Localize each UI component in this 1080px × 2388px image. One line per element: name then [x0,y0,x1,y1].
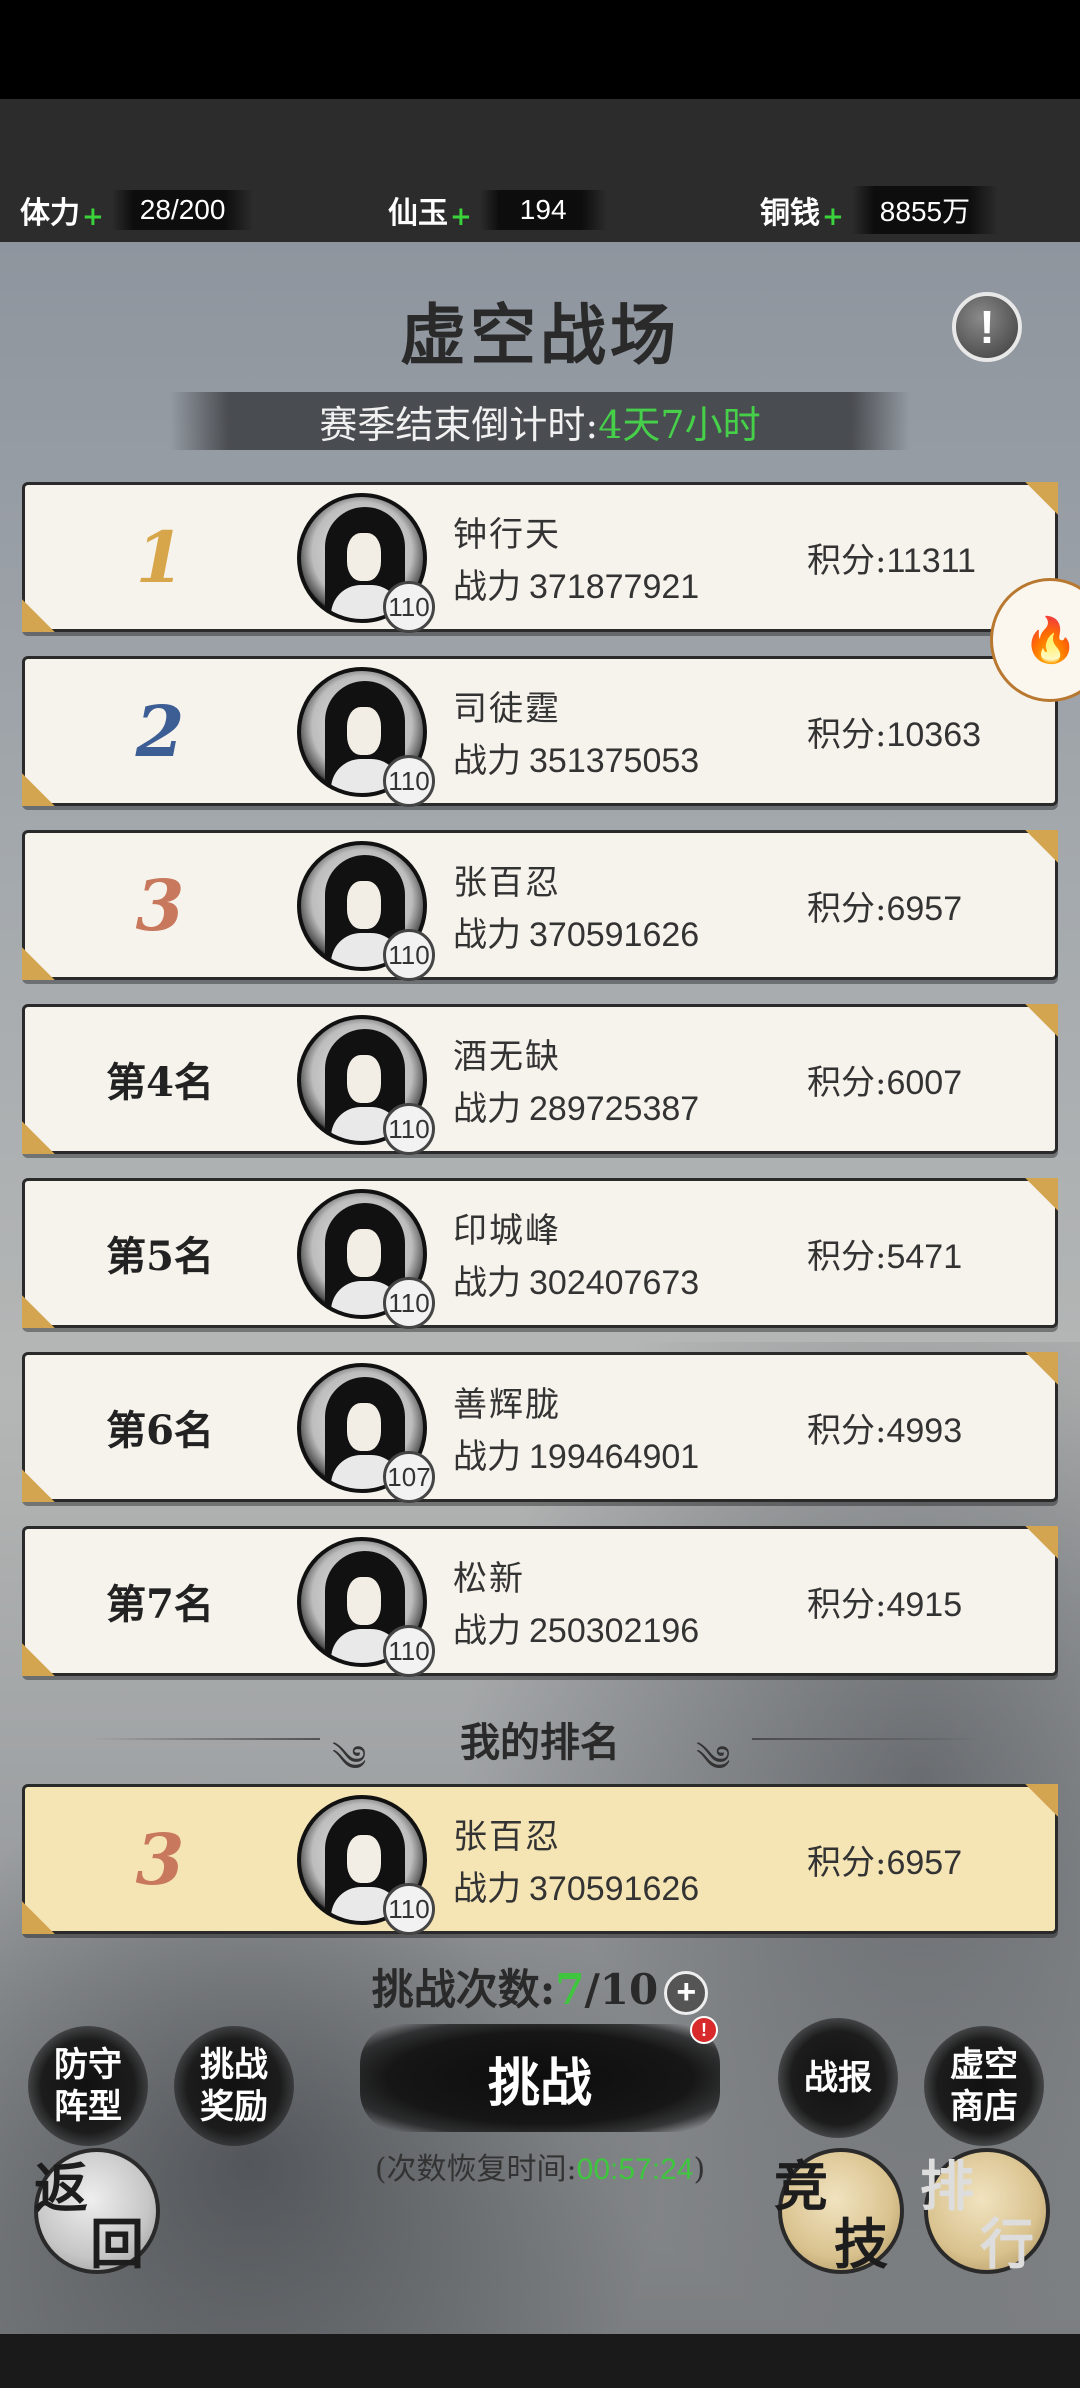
player-name: 钟行天 [453,515,561,555]
player-power: 战力 351375053 [453,741,700,781]
rank-label: 第6名 [106,1407,214,1454]
player-name: 松新 [453,1559,525,1599]
player-score: 积分:6957 [807,1843,963,1883]
player-level-badge: 110 [383,755,435,807]
player-name: 印城峰 [453,1211,561,1251]
defense-formation-button[interactable]: 防守 阵型 [28,2026,148,2146]
card-corner-ornament [1022,1784,1058,1820]
rank-number: 2 [135,689,185,773]
stamina-label: 体力 [20,196,80,231]
card-corner-ornament [1022,1352,1058,1388]
my-rank-card[interactable]: 3 110 张百忍 战力 370591626 积分:6957 [22,1784,1058,1935]
countdown-label: 赛季结束倒计时: [319,402,599,447]
player-level-badge: 107 [383,1451,435,1503]
player-level-badge: 110 [383,929,435,981]
copper-plus-icon[interactable]: + [822,202,844,232]
jade-value: 194 [479,190,607,230]
rank-label: 第5名 [106,1233,214,1280]
rank-card[interactable]: 第6名 107 善辉胧 战力 199464901 积分:4993 [22,1352,1058,1503]
card-corner-ornament [1022,1526,1058,1562]
rank-card[interactable]: 2 110 司徒霆 战力 351375053 积分:10363 [22,656,1058,807]
player-power: 战力 289725387 [453,1089,700,1129]
challenge-button[interactable]: 挑战 [360,2024,720,2132]
alert-badge-icon: ! [690,2016,718,2044]
battle-report-button[interactable]: 战报 [778,2018,898,2138]
bottom-nav-area [0,2334,1080,2388]
player-level-badge: 110 [383,581,435,633]
player-name: 酒无缺 [453,1037,561,1077]
stamina-value: 28/200 [111,190,254,230]
player-name: 善辉胧 [453,1385,561,1425]
back-button[interactable]: 返 回 [34,2148,160,2276]
player-score: 积分:6957 [807,889,963,929]
rank-number: 3 [135,1817,185,1901]
divider-line [752,1738,982,1740]
card-corner-ornament [1022,1178,1058,1214]
status-bar-area [0,0,1080,99]
challenge-count-total: /10 [584,1965,659,2014]
challenge-reward-button[interactable]: 挑战 奖励 [174,2026,294,2146]
card-corner-ornament [1022,482,1058,518]
player-level-badge: 110 [383,1277,435,1329]
copper-label: 铜钱 [760,196,820,231]
card-corner-ornament [1022,830,1058,866]
card-corner-ornament [1022,1004,1058,1040]
player-level-badge: 110 [383,1103,435,1155]
player-score: 积分:5471 [807,1237,963,1277]
player-score: 积分:4993 [807,1411,963,1451]
player-score: 积分:11311 [807,541,976,581]
ranking-button[interactable]: 排 行 [920,2148,1050,2276]
game-screen: 体力 + 28/200 仙玉 + 194 铜钱 + 8855万 虚空战场 ! 赛… [0,0,1080,2388]
rank-card[interactable]: 第7名 110 松新 战力 250302196 积分:4915 [22,1526,1058,1677]
rank-number: 1 [135,515,185,599]
player-power: 战力 371877921 [453,567,700,607]
player-name: 张百忍 [453,1817,561,1857]
player-power: 战力 250302196 [453,1611,700,1651]
rank-card[interactable]: 第5名 110 印城峰 战力 302407673 积分:5471 [22,1178,1058,1329]
rank-card[interactable]: 第4名 110 酒无缺 战力 289725387 积分:6007 [22,1004,1058,1155]
challenge-count: 挑战次数:7/10 + [0,1956,1080,2017]
player-level-badge: 110 [383,1625,435,1677]
resource-stamina[interactable]: 体力 + 28/200 [20,188,254,232]
player-power: 战力 302407673 [453,1263,700,1303]
recovery-timer: (次数恢复时间:00:57:24) [374,2152,706,2187]
player-name: 张百忍 [453,863,561,903]
player-power: 战力 370591626 [453,915,700,955]
rank-label: 第7名 [106,1581,214,1628]
info-icon[interactable]: ! [952,292,1022,362]
rank-label: 第4名 [106,1059,214,1106]
resource-copper[interactable]: 铜钱 + 8855万 [760,186,999,234]
challenge-count-current: 7 [555,1965,585,2014]
player-score: 积分:10363 [807,715,982,755]
void-shop-button[interactable]: 虚空 商店 [924,2026,1044,2146]
recovery-time: 00:57:24 [576,2153,694,2186]
player-power: 战力 370591626 [453,1869,700,1909]
player-level-badge: 110 [383,1883,435,1935]
resource-jade[interactable]: 仙玉 + 194 [388,188,607,232]
player-power: 战力 199464901 [453,1437,700,1477]
player-score: 积分:4915 [807,1585,963,1625]
jade-label: 仙玉 [388,196,448,231]
jade-plus-icon[interactable]: + [450,202,472,232]
add-challenge-icon[interactable]: + [664,1971,709,2015]
fire-icon: 🔥 [1023,615,1078,666]
copper-value: 8855万 [851,186,999,234]
page-title: 虚空战场 [400,296,680,374]
stamina-plus-icon[interactable]: + [82,202,104,232]
arena-button[interactable]: 竞 技 [774,2148,904,2276]
player-score: 积分:6007 [807,1063,963,1103]
rank-card[interactable]: 1 110 钟行天 战力 371877921 积分:11311 [22,482,1058,633]
player-name: 司徒霆 [453,689,561,729]
season-countdown: 赛季结束倒计时: 4天7小时 [170,392,910,450]
countdown-value: 4天7小时 [598,402,761,447]
rank-number: 3 [135,863,185,947]
rank-card[interactable]: 3 110 张百忍 战力 370591626 积分:6957 [22,830,1058,981]
